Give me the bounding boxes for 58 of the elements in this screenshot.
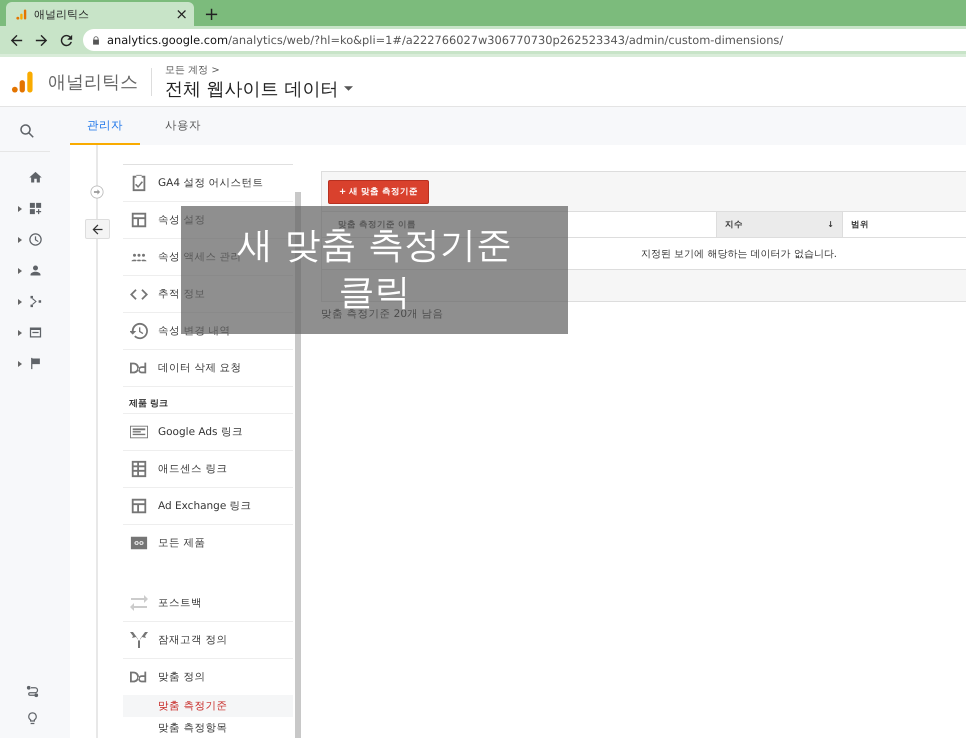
address-field[interactable]: analytics.google.com/analytics/web/?hl=ko&pli=1#/a222766027w306770730p262523343/admin/custom-dimensions/ [83,29,966,51]
menu-item[interactable]: 포스트백 [123,585,293,622]
submenu-item[interactable]: 맞춤 측정항목 [123,717,293,738]
breadcrumb[interactable]: 모든 계정 > [165,62,354,76]
column-header[interactable]: 범위 [843,212,966,237]
swap-icon [130,594,148,612]
menu-item[interactable]: 모든 제품 [123,525,293,561]
back-arrow-icon [90,222,105,236]
history-icon [130,322,148,340]
grid-icon [130,460,148,478]
link-icon [130,534,148,552]
expand-arrow-icon[interactable] [18,268,22,274]
forward-circle-icon[interactable] [90,185,104,199]
dashboard-icon[interactable] [28,201,42,216]
people-icon [130,252,148,262]
menu-item[interactable]: GA4 설정 어시스턴트 [123,165,293,202]
lines-icon [130,423,148,441]
fork-icon [130,631,148,649]
route-icon[interactable] [24,684,40,699]
check-icon [130,174,148,192]
code-icon [130,288,148,300]
menu-item[interactable]: Ad Exchange 링크 [123,488,293,525]
tab-title: 애널리틱스 [34,6,90,22]
layout-icon [130,211,148,229]
menu-item[interactable]: 데이터 삭제 요청 [123,350,293,387]
section-heading: 제품 링크 [123,387,293,414]
menu-item[interactable]: Google Ads 링크 [123,414,293,451]
property-selector[interactable]: 전체 웹사이트 데이터 [165,76,354,100]
menu-item[interactable]: 잠재고객 정의 [123,622,293,659]
expand-arrow-icon[interactable] [18,298,22,304]
column-header[interactable]: 지수 ↓ [717,212,843,237]
expand-arrow-icon[interactable] [18,236,22,242]
window-icon[interactable] [28,325,42,340]
branch-icon[interactable] [28,294,42,309]
menu-item[interactable]: 애드센스 링크 [123,451,293,488]
home-icon[interactable] [28,170,42,185]
layout-icon [130,497,148,515]
product-name: 애널리틱스 [48,70,138,94]
search-icon[interactable] [18,122,36,140]
lock-icon [91,34,101,46]
analytics-logo-icon [11,70,34,94]
expand-arrow-icon[interactable] [18,330,22,336]
analytics-logo-icon [16,8,27,20]
tab[interactable]: 사용자 [148,107,218,145]
expand-arrow-icon[interactable] [18,206,22,212]
expand-arrow-icon[interactable] [18,360,22,366]
new-dimension-button[interactable]: + 새 맞춤 측정기준 [328,180,429,204]
remaining-count: 맞춤 측정기준 20개 남음 [321,308,444,321]
caret-icon [344,86,354,91]
clock-icon[interactable] [28,232,42,247]
back-button[interactable] [85,219,110,239]
tab[interactable]: 관리자 [70,107,140,145]
close-tab-button[interactable]: × [175,6,188,22]
menu-item[interactable]: 맞춤 정의 [123,659,293,695]
browser-tab[interactable]: 애널리틱스 × [6,2,194,26]
person-icon[interactable] [28,263,42,278]
submenu-item[interactable]: 맞춤 측정기준 [123,695,293,717]
new-tab-button[interactable]: + [204,6,220,24]
